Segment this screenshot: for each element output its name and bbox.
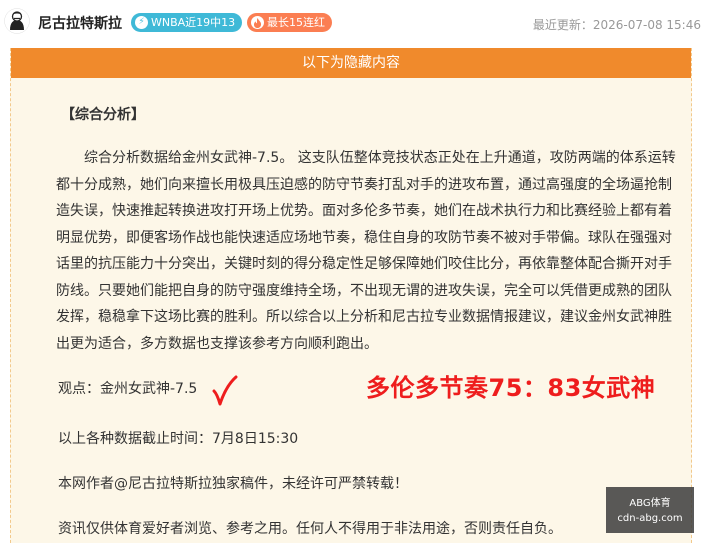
opinion-text: 观点：金州女武神-7.5 [58,381,198,397]
streak-badge: 最长15连红 [247,13,332,32]
disclaimer-text: 资讯仅供体育爱好者浏览、参考之用。任何人不得用于非法用途，否则责任自负。 [58,521,562,537]
record-badge: ⚡ WNBA近19中13 [131,13,243,32]
check-mark-icon [212,375,238,406]
final-score-annotation: 多伦多节奏75：83女武神 [366,374,656,402]
analysis-paragraph: 综合分析数据给金州女武神-7.5。 这支队伍整体竞技状态正处在上升通道，攻防两端… [56,150,676,352]
data-deadline-text: 以上各种数据截止时间：7月8日15:30 [58,431,299,447]
page-header: 尼古拉特斯拉 ⚡ WNBA近19中13 最长15连红 最近更新：2026-07-… [0,0,705,46]
section-title: 【综合分析】 [61,107,145,123]
record-badge-label: WNBA近19中13 [151,16,236,29]
author-avatar[interactable] [4,8,30,34]
flame-icon [251,16,264,29]
watermark-line-1: ABG体育 [629,498,671,509]
hidden-content-panel: 以下为隐藏内容 【综合分析】 综合分析数据给金州女武神-7.5。 这支队伍整体竞… [10,48,692,543]
author-name[interactable]: 尼古拉特斯拉 [38,13,122,33]
watermark-line-2: cdn-abg.com [617,513,683,524]
copyright-notice: 本网作者@尼古拉特斯拉独家稿件，未经许可严禁转载！ [58,476,408,492]
site-watermark: ABG体育 cdn-abg.com [606,487,694,533]
last-update-time: 最近更新：2026-07-08 15:46 [532,18,701,32]
hidden-content-banner: 以下为隐藏内容 [11,48,691,78]
bolt-icon: ⚡ [135,16,148,29]
streak-badge-label: 最长15连红 [267,16,325,29]
